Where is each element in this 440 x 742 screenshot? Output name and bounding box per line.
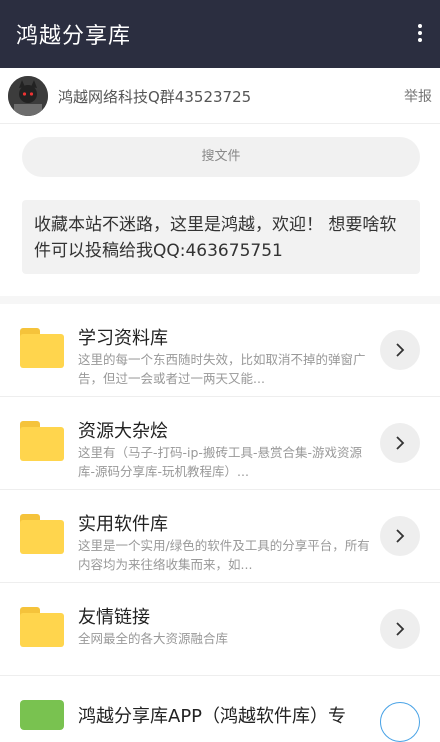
list-item[interactable]: 资源大杂烩 这里有（马子-打码-ip-搬砖工具-悬赏合集-游戏资源库-源码分享库… <box>0 397 440 490</box>
more-vert-icon[interactable] <box>414 22 426 46</box>
owner-name: 鸿越网络科技Q群43523725 <box>58 88 252 106</box>
folder-title: 实用软件库 <box>78 514 168 535</box>
notice-text: 收藏本站不迷路，这里是鸿越，欢迎！ 想要啥软件可以投稿给我QQ:46367575… <box>22 200 420 274</box>
owner-row[interactable]: 鸿越网络科技Q群43523725 举报 <box>0 68 440 124</box>
chevron-right-icon[interactable] <box>380 516 420 556</box>
avatar[interactable] <box>8 76 48 116</box>
download-icon[interactable] <box>380 702 420 742</box>
search-button[interactable]: 搜文件 <box>22 137 420 177</box>
list-item[interactable]: 实用软件库 这里是一个实用/绿色的软件及工具的分享平台，所有内容均为来往络收集而… <box>0 490 440 583</box>
folder-desc: 这里有（马子-打码-ip-搬砖工具-悬赏合集-游戏资源库-源码分享库-玩机教程库… <box>78 445 362 479</box>
folder-desc: 这里的每一个东西随时失效，比如取消不掉的弹窗广告，但过一会或者过一两天又能... <box>78 352 366 386</box>
app-bar: 鸿越分享库 <box>0 0 440 68</box>
chevron-right-icon[interactable] <box>380 330 420 370</box>
folder-icon <box>20 514 64 554</box>
folder-desc: 全网最全的各大资源融合库 <box>78 631 229 646</box>
folder-icon <box>20 607 64 647</box>
list-item[interactable]: 学习资料库 这里的每一个东西随时失效，比如取消不掉的弹窗广告，但过一会或者过一两… <box>0 304 440 397</box>
list-item[interactable]: 友情链接 全网最全的各大资源融合库 <box>0 583 440 676</box>
app-icon <box>20 700 64 730</box>
folder-list: 学习资料库 这里的每一个东西随时失效，比如取消不掉的弹窗广告，但过一会或者过一两… <box>0 304 440 676</box>
app-title: 鸿越分享库 <box>16 24 132 49</box>
app-title-text: 鸿越分享库APP（鸿越软件库）专 <box>78 706 347 727</box>
report-link[interactable]: 举报 <box>404 86 432 106</box>
folder-desc: 这里是一个实用/绿色的软件及工具的分享平台，所有内容均为来往络收集而来，如... <box>78 538 370 572</box>
chevron-right-icon[interactable] <box>380 609 420 649</box>
folder-title: 资源大杂烩 <box>78 421 168 442</box>
folder-title: 友情链接 <box>78 607 150 628</box>
folder-icon <box>20 328 64 368</box>
divider <box>0 296 440 304</box>
folder-icon <box>20 421 64 461</box>
app-list-item[interactable]: 鸿越分享库APP（鸿越软件库）专 <box>0 684 440 742</box>
chevron-right-icon[interactable] <box>380 423 420 463</box>
folder-title: 学习资料库 <box>78 328 168 349</box>
